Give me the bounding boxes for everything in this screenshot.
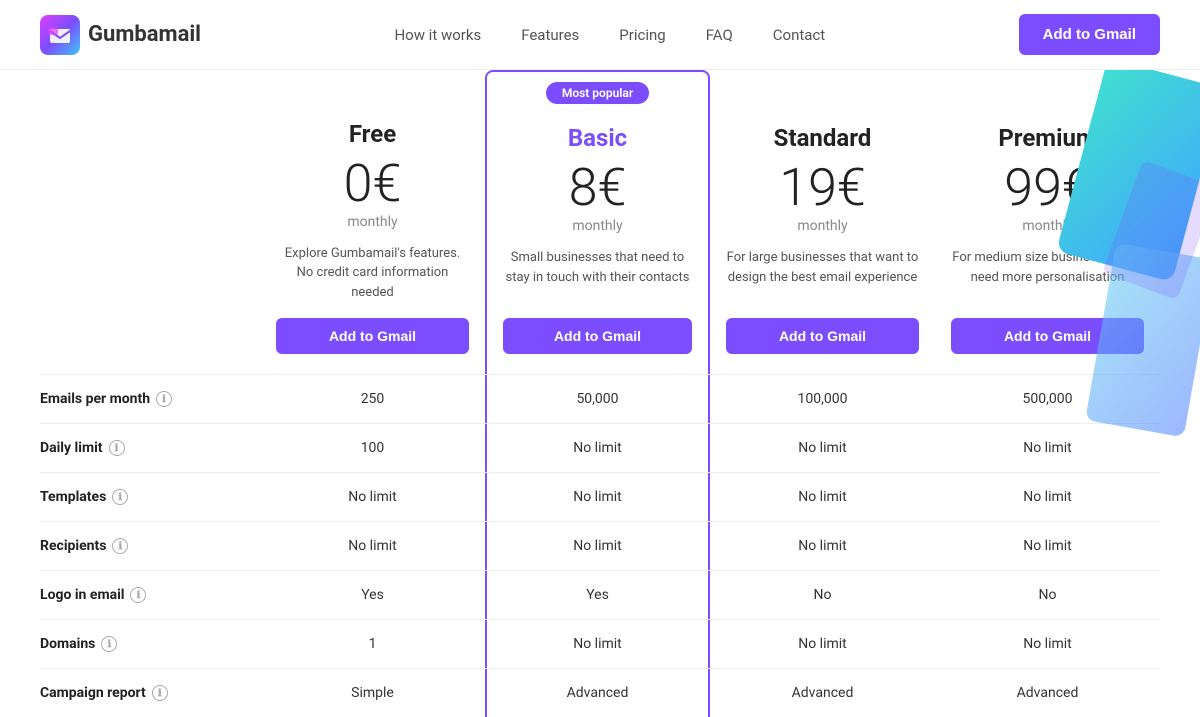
feature-value-2-1: No limit — [485, 473, 710, 521]
feature-label-4: Logo in email ℹ — [40, 571, 260, 619]
feature-row: Templates ℹNo limitNo limitNo limitNo li… — [40, 472, 1160, 521]
logo-text: Gumbamail — [88, 22, 201, 47]
feature-value-3-0: No limit — [260, 522, 485, 570]
plan-btn-standard[interactable]: Add to Gmail — [726, 318, 919, 354]
feature-label-2: Templates ℹ — [40, 473, 260, 521]
plan-card-basic: Most popular Basic 8€ monthly Small busi… — [485, 70, 710, 374]
feature-label-3: Recipients ℹ — [40, 522, 260, 570]
plan-name-premium: Premium — [951, 124, 1144, 152]
feature-value-5-1: No limit — [485, 620, 710, 668]
plan-card-premium: Premium 99€ monthly For medium size busi… — [935, 104, 1160, 374]
main-content: Free 0€ monthly Explore Gumbamail's feat… — [0, 70, 1200, 717]
nav-features[interactable]: Features — [521, 26, 579, 44]
feature-value-5-3: No limit — [935, 620, 1160, 668]
feature-value-3-3: No limit — [935, 522, 1160, 570]
plan-price-standard: 19€ — [726, 162, 919, 214]
feature-value-4-2: No — [710, 571, 935, 619]
feature-value-4-0: Yes — [260, 571, 485, 619]
plan-period-basic: monthly — [503, 218, 692, 234]
plan-name-basic: Basic — [503, 124, 692, 152]
feature-value-3-2: No limit — [710, 522, 935, 570]
feature-value-6-0: Simple — [260, 669, 485, 717]
plan-description-standard: For large businesses that want to design… — [726, 248, 919, 302]
logo-icon — [40, 15, 80, 55]
feature-value-5-2: No limit — [710, 620, 935, 668]
info-icon-1[interactable]: ℹ — [109, 440, 125, 456]
info-icon-3[interactable]: ℹ — [112, 538, 128, 554]
feature-row: Daily limit ℹ100No limitNo limitNo limit — [40, 423, 1160, 472]
logo: Gumbamail — [40, 15, 201, 55]
info-icon-6[interactable]: ℹ — [152, 685, 168, 701]
plan-price-basic: 8€ — [503, 162, 692, 214]
plans-grid: Free 0€ monthly Explore Gumbamail's feat… — [40, 70, 1160, 374]
feature-value-5-0: 1 — [260, 620, 485, 668]
feature-label-5: Domains ℹ — [40, 620, 260, 668]
feature-value-2-2: No limit — [710, 473, 935, 521]
feature-value-4-1: Yes — [485, 571, 710, 619]
feature-row: Logo in email ℹYesYesNoNo — [40, 570, 1160, 619]
feature-row: Domains ℹ1No limitNo limitNo limit — [40, 619, 1160, 668]
most-popular-badge: Most popular — [546, 82, 649, 104]
plan-card-standard: Standard 19€ monthly For large businesse… — [710, 104, 935, 374]
plan-description-basic: Small businesses that need to stay in to… — [503, 248, 692, 302]
nav-contact[interactable]: Contact — [773, 26, 825, 44]
feature-value-0-1: 50,000 — [485, 375, 710, 423]
feature-rows: Emails per month ℹ25050,000100,000500,00… — [40, 374, 1160, 717]
plan-name-free: Free — [276, 120, 469, 148]
info-icon-4[interactable]: ℹ — [130, 587, 146, 603]
plan-price-premium: 99€ — [951, 162, 1144, 214]
plan-description-free: Explore Gumbamail's features. No credit … — [276, 244, 469, 303]
info-icon-0[interactable]: ℹ — [156, 391, 172, 407]
nav-faq[interactable]: FAQ — [706, 26, 733, 44]
plan-btn-free[interactable]: Add to Gmail — [276, 318, 469, 354]
feature-value-6-2: Advanced — [710, 669, 935, 717]
feature-label-1: Daily limit ℹ — [40, 424, 260, 472]
plan-name-standard: Standard — [726, 124, 919, 152]
feature-row: Campaign report ℹSimpleAdvancedAdvancedA… — [40, 668, 1160, 717]
feature-row: Emails per month ℹ25050,000100,000500,00… — [40, 374, 1160, 423]
header: Gumbamail How it works Features Pricing … — [0, 0, 1200, 70]
info-icon-5[interactable]: ℹ — [101, 636, 117, 652]
feature-value-4-3: No — [935, 571, 1160, 619]
plan-description-premium: For medium size businesses that need mor… — [951, 248, 1144, 302]
info-icon-2[interactable]: ℹ — [112, 489, 128, 505]
feature-label-6: Campaign report ℹ — [40, 669, 260, 717]
feature-value-0-2: 100,000 — [710, 375, 935, 423]
feature-value-1-2: No limit — [710, 424, 935, 472]
nav-pricing[interactable]: Pricing — [619, 26, 665, 44]
nav-how-it-works[interactable]: How it works — [394, 26, 481, 44]
feature-row: Recipients ℹNo limitNo limitNo limitNo l… — [40, 521, 1160, 570]
plan-period-premium: monthly — [951, 218, 1144, 234]
feature-value-1-1: No limit — [485, 424, 710, 472]
feature-value-6-3: Advanced — [935, 669, 1160, 717]
feature-value-0-3: 500,000 — [935, 375, 1160, 423]
nav: How it works Features Pricing FAQ Contac… — [394, 26, 825, 44]
plan-card-free: Free 0€ monthly Explore Gumbamail's feat… — [260, 100, 485, 375]
feature-value-3-1: No limit — [485, 522, 710, 570]
feature-value-6-1: Advanced — [485, 669, 710, 717]
plan-price-free: 0€ — [276, 158, 469, 210]
plan-period-standard: monthly — [726, 218, 919, 234]
feature-value-2-3: No limit — [935, 473, 1160, 521]
feature-value-2-0: No limit — [260, 473, 485, 521]
feature-value-1-0: 100 — [260, 424, 485, 472]
plan-btn-premium[interactable]: Add to Gmail — [951, 318, 1144, 354]
empty-label-cell — [40, 334, 260, 374]
plan-period-free: monthly — [276, 214, 469, 230]
plan-btn-basic[interactable]: Add to Gmail — [503, 318, 692, 354]
feature-label-0: Emails per month ℹ — [40, 375, 260, 423]
header-add-gmail-button[interactable]: Add to Gmail — [1019, 14, 1160, 55]
feature-value-1-3: No limit — [935, 424, 1160, 472]
feature-value-0-0: 250 — [260, 375, 485, 423]
